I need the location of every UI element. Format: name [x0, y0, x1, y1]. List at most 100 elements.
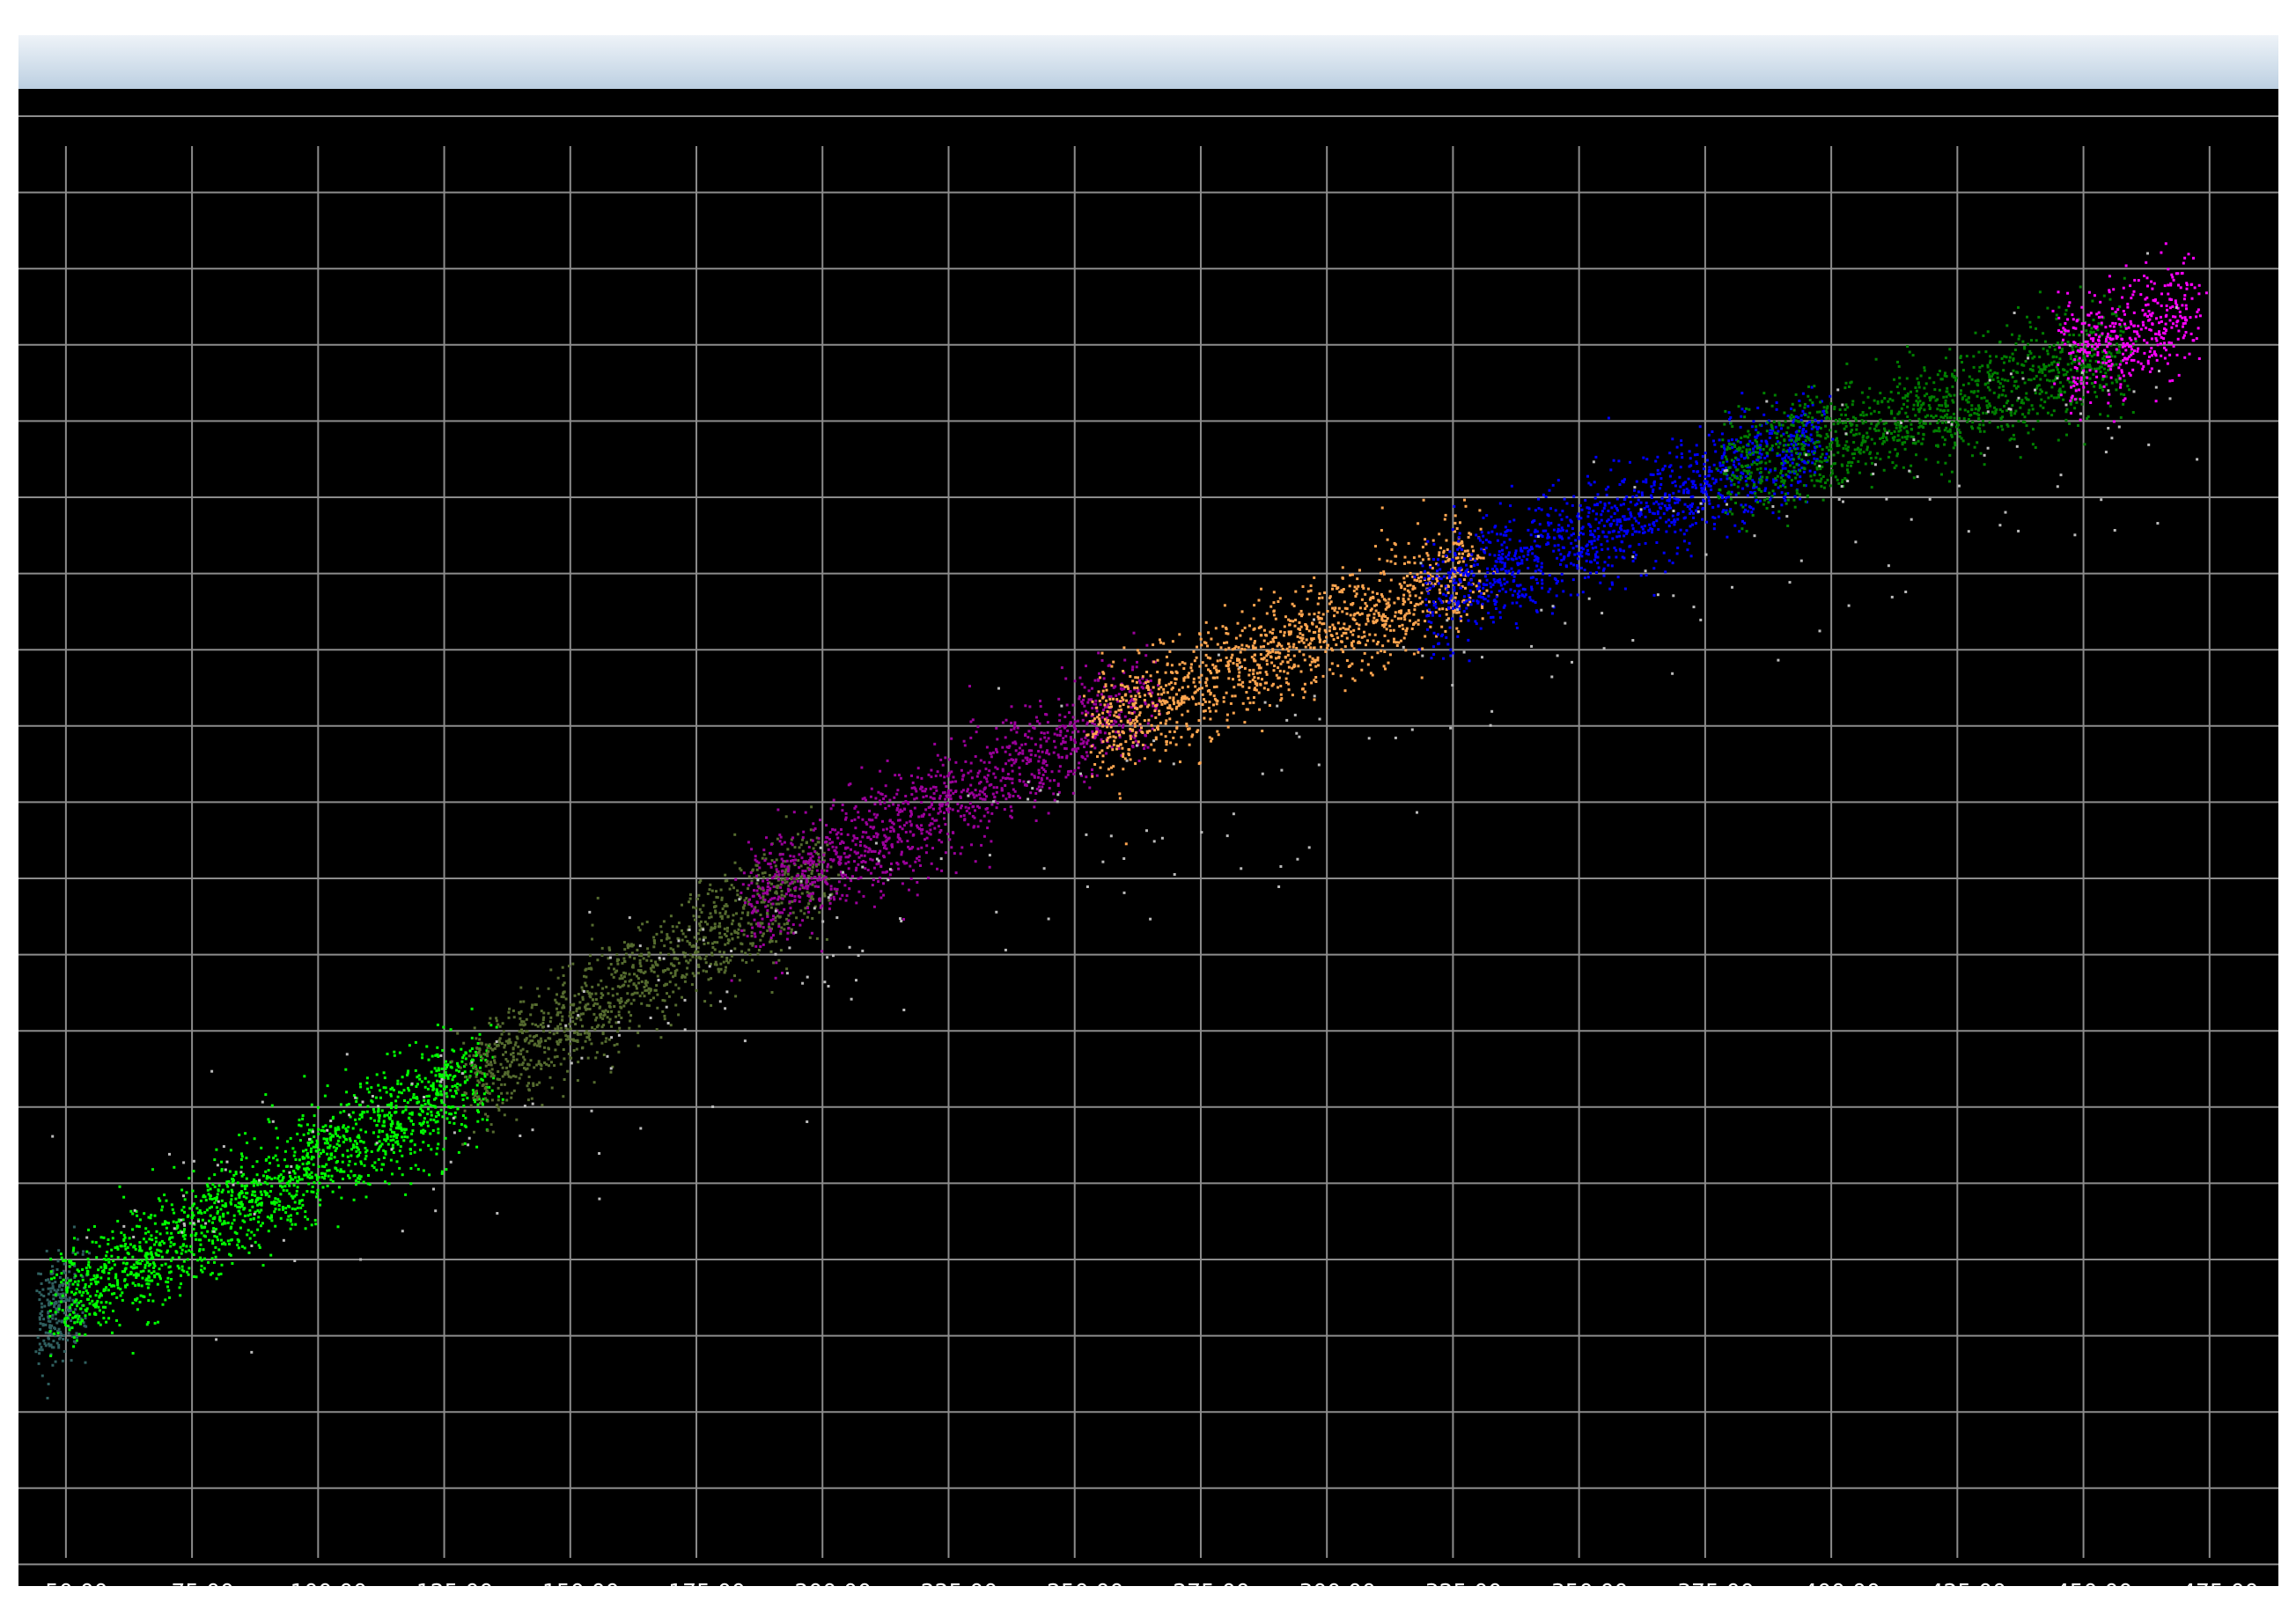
- data-point: [787, 890, 791, 892]
- data-point: [314, 1223, 318, 1226]
- data-point: [355, 1183, 357, 1186]
- data-point: [617, 1010, 621, 1014]
- data-point: [818, 875, 821, 878]
- data-point: [209, 1187, 212, 1191]
- data-point: [972, 826, 975, 829]
- data-point: [475, 1096, 479, 1098]
- data-point: [1453, 566, 1457, 569]
- data-point: [377, 1157, 380, 1161]
- data-point: [642, 957, 645, 960]
- data-point: [1018, 779, 1021, 782]
- data-point: [240, 1245, 244, 1248]
- data-point: [215, 1277, 218, 1281]
- data-point: [674, 983, 678, 987]
- data-point: [416, 1076, 419, 1079]
- data-point: [877, 790, 880, 794]
- data-point: [1083, 780, 1086, 783]
- data-point: [40, 1310, 44, 1313]
- data-point: [244, 1132, 247, 1135]
- data-point: [326, 1084, 329, 1088]
- data-point: [232, 1214, 236, 1217]
- data-point: [72, 1340, 76, 1343]
- data-point: [607, 1020, 611, 1024]
- data-point: [307, 1143, 311, 1147]
- data-point: [51, 1265, 54, 1268]
- data-point: [148, 1247, 151, 1251]
- data-point: [1024, 732, 1027, 736]
- data-point: [296, 1212, 299, 1215]
- data-point: [169, 1270, 173, 1274]
- data-point: [211, 1217, 215, 1221]
- data-point: [77, 1333, 81, 1336]
- data-point: [322, 1129, 326, 1133]
- data-point: [49, 1355, 53, 1357]
- data-point: [813, 850, 817, 853]
- data-point: [182, 1260, 186, 1263]
- data-point: [49, 1302, 53, 1305]
- data-point: [144, 1227, 148, 1230]
- data-point: [697, 915, 701, 919]
- data-point: [562, 974, 565, 977]
- data-point: [666, 933, 669, 936]
- data-point: [1301, 636, 1305, 640]
- data-point: [1102, 677, 1106, 680]
- data-point: [1112, 686, 1115, 689]
- data-point: [310, 1190, 313, 1193]
- data-point: [1082, 740, 1085, 744]
- data-point: [213, 1260, 216, 1264]
- data-point: [730, 932, 733, 936]
- data-point: [1239, 634, 1242, 637]
- data-point: [954, 780, 958, 783]
- data-point: [750, 935, 754, 937]
- data-point: [1103, 706, 1107, 709]
- data-point: [673, 964, 676, 967]
- data-point: [964, 760, 968, 763]
- data-point: [298, 1139, 302, 1142]
- data-point: [913, 786, 916, 789]
- data-point: [115, 1296, 119, 1299]
- data-point: [1152, 643, 1155, 647]
- data-point: [655, 932, 659, 936]
- data-point: [610, 1024, 613, 1028]
- data-point: [238, 1195, 241, 1199]
- data-point: [749, 942, 753, 945]
- data-point: [1225, 628, 1228, 631]
- data-point: [1216, 730, 1219, 733]
- data-point: [145, 1323, 149, 1326]
- data-point: [183, 1210, 186, 1214]
- data-point: [892, 803, 895, 806]
- data-point: [693, 974, 696, 978]
- data-point: [81, 1252, 85, 1256]
- data-point: [968, 806, 970, 810]
- data-point: [978, 793, 981, 797]
- data-point: [741, 883, 745, 886]
- data-point: [594, 998, 598, 1002]
- data-point: [920, 801, 924, 804]
- data-point: [531, 1003, 534, 1007]
- data-point: [550, 1061, 553, 1064]
- data-point: [640, 980, 644, 983]
- data-point: [716, 896, 719, 900]
- data-point: [150, 1279, 153, 1282]
- data-point: [389, 1093, 393, 1096]
- data-point: [365, 1076, 369, 1080]
- data-point: [1048, 787, 1051, 789]
- data-point: [239, 1192, 241, 1194]
- data-point: [1002, 794, 1005, 797]
- data-point: [397, 1127, 401, 1130]
- data-point: [362, 1180, 365, 1184]
- data-point: [60, 1272, 63, 1275]
- data-point: [969, 736, 973, 739]
- data-point: [485, 1083, 489, 1086]
- data-point: [972, 793, 975, 797]
- data-point: [128, 1237, 131, 1240]
- data-point: [342, 1178, 344, 1180]
- data-point: [486, 1054, 489, 1058]
- data-point: [1146, 722, 1150, 725]
- data-point: [676, 944, 680, 948]
- data-point: [135, 1266, 138, 1269]
- data-point: [1345, 659, 1349, 662]
- data-point: [946, 833, 950, 835]
- data-point: [1054, 745, 1057, 749]
- data-point: [1091, 730, 1094, 733]
